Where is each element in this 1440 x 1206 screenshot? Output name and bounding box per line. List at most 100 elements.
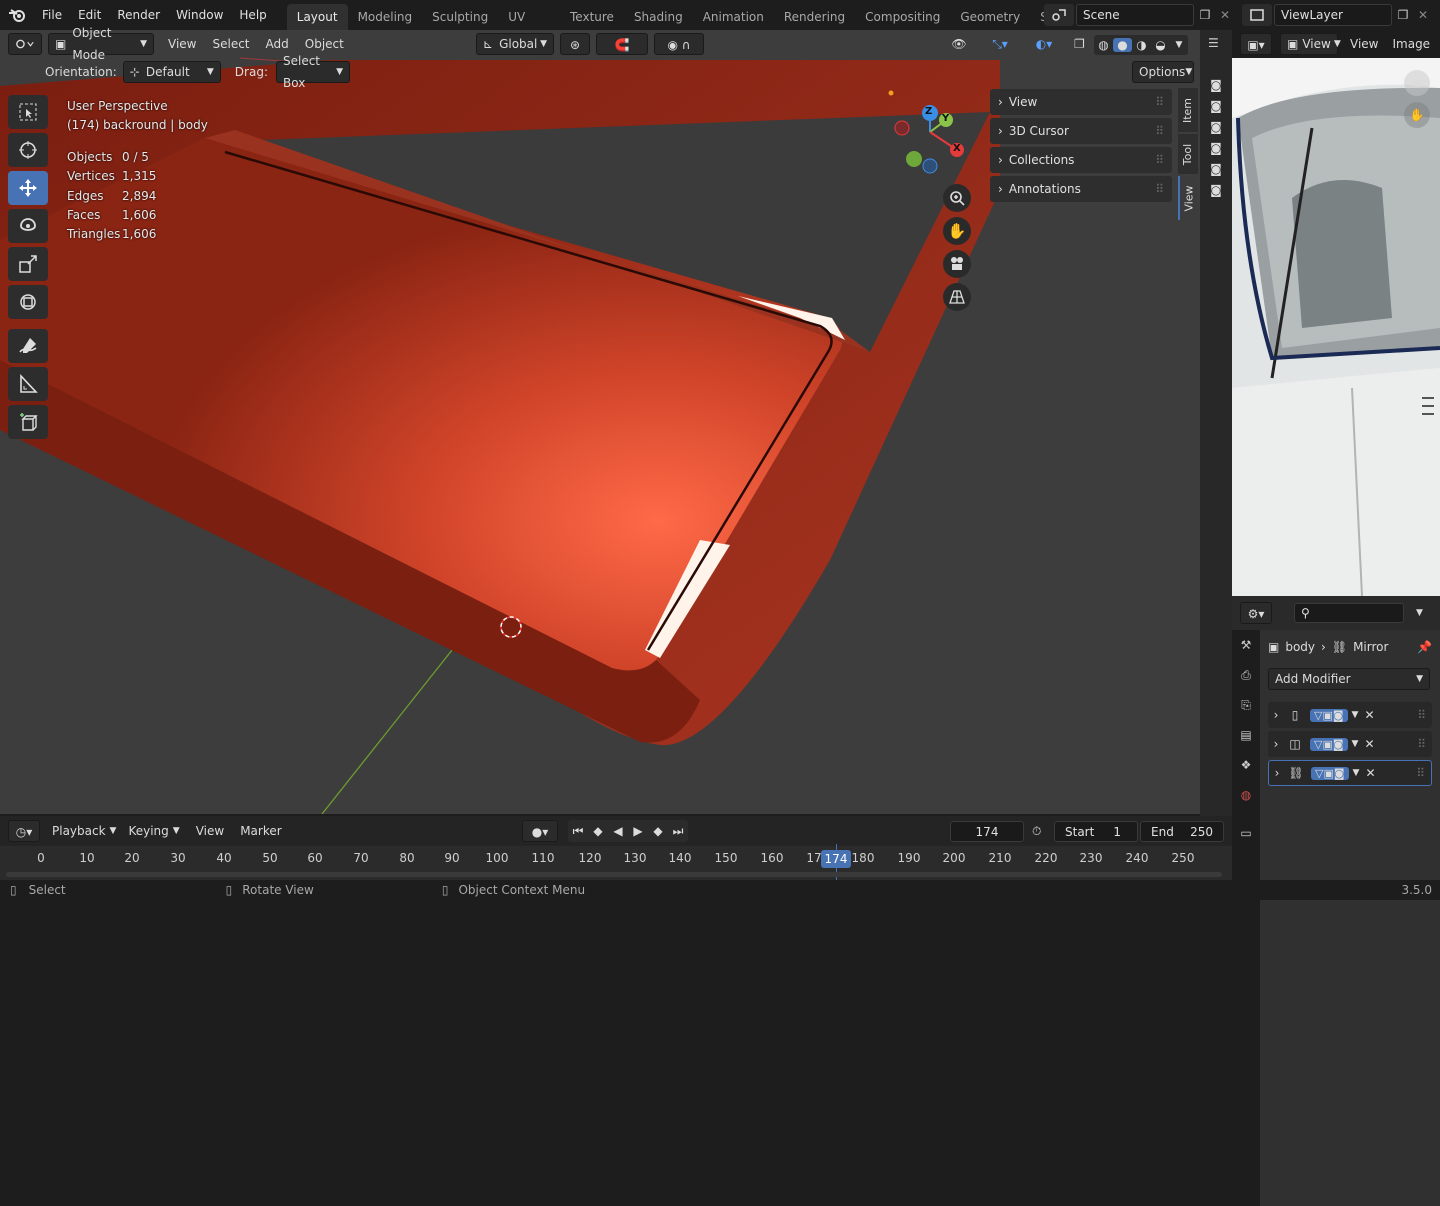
tab-sculpting[interactable]: Sculpting (422, 4, 498, 30)
chevron-down-icon[interactable]: ▼ (1352, 710, 1359, 720)
panel-collections[interactable]: › Collections ⠿ (990, 147, 1172, 173)
panel-3d-cursor[interactable]: › 3D Cursor ⠿ (990, 118, 1172, 144)
image-zoom-icon[interactable]: ⊕ (1404, 70, 1430, 96)
tab-geometry-nodes[interactable]: Geometry Nodes (950, 4, 1030, 30)
mode-dropdown[interactable]: ▣ Object Mode ▼ (48, 26, 154, 62)
scene-icon[interactable] (1044, 4, 1074, 26)
image-menu-view[interactable]: View (1344, 33, 1384, 55)
output-tab-icon[interactable]: ⎘ (1232, 698, 1260, 728)
delete-modifier-icon[interactable]: ✕ (1365, 766, 1375, 780)
tab-rendering[interactable]: Rendering (774, 4, 855, 30)
viewlayer-name-field[interactable]: ViewLayer (1274, 4, 1392, 26)
jump-start-icon[interactable]: ⏮ (568, 824, 588, 839)
modifier-row[interactable]: › ▯ ▽▣◙ ▼ ✕ ⠿ (1268, 702, 1432, 728)
playhead-frame-badge[interactable]: 174 (821, 850, 851, 868)
transform-orientation-dropdown[interactable]: ⊾ Global ▼ (476, 33, 554, 55)
gizmo-toggle-icon[interactable]: ⤡▾ (980, 33, 1020, 55)
play-reverse-icon[interactable]: ◀ (608, 824, 628, 838)
image-pan-hand-icon[interactable]: ✋ (1404, 102, 1430, 128)
wireframe-shading-icon[interactable]: ◍ (1094, 38, 1113, 52)
scene-close-icon[interactable]: ✕ (1216, 8, 1234, 22)
chevron-down-icon[interactable]: ▼ (1353, 768, 1360, 778)
drag-handle-icon[interactable]: ⠿ (1417, 737, 1426, 751)
timeline-editor-type-icon[interactable]: ◷▾ (8, 820, 40, 842)
panel-annotations[interactable]: › Annotations ⠿ (990, 176, 1172, 202)
world-tab-icon[interactable]: ◍ (1232, 788, 1260, 818)
modifier-row-active[interactable]: › ⛓ ▽▣◙ ▼ ✕ ⠿ (1268, 760, 1432, 786)
current-frame-field[interactable]: 174 (950, 821, 1024, 842)
transform-tool[interactable] (8, 285, 48, 319)
modifier-row[interactable]: › ◫ ▽▣◙ ▼ ✕ ⠿ (1268, 731, 1432, 757)
blender-logo-icon[interactable] (0, 0, 34, 30)
drag-handle-icon[interactable]: ⠿ (1417, 708, 1426, 722)
properties-editor-type-icon[interactable]: ⚙▾ (1240, 602, 1272, 624)
measure-tool[interactable] (8, 367, 48, 401)
tab-animation[interactable]: Animation (693, 4, 774, 30)
start-frame-field[interactable]: Start 1 (1054, 821, 1138, 842)
menu-timeline-view[interactable]: View (190, 820, 230, 842)
auto-keying-icon[interactable]: ●▾ (522, 820, 558, 842)
rendered-shading-icon[interactable]: ◒ (1151, 38, 1170, 52)
drag-handle-icon[interactable]: ⠿ (1155, 124, 1164, 138)
select-box-tool[interactable] (8, 95, 48, 129)
pivot-point-icon[interactable]: ⊛ (560, 33, 590, 55)
overlay-toggle-icon[interactable]: ◐▾ (1024, 33, 1064, 55)
render-camera-icon[interactable]: ◙ (1200, 120, 1232, 141)
add-cube-tool[interactable] (8, 405, 48, 439)
drag-dropdown[interactable]: Select Box ▼ (275, 54, 350, 90)
solid-shading-icon[interactable]: ● (1113, 38, 1132, 52)
menu-window[interactable]: Window (168, 0, 231, 30)
modifier-toggles[interactable]: ▽▣◙ (1311, 766, 1349, 780)
play-icon[interactable]: ▶ (628, 824, 648, 838)
delete-modifier-icon[interactable]: ✕ (1364, 737, 1374, 751)
pan-hand-icon[interactable]: ✋ (943, 217, 971, 245)
view-layer-tab-icon[interactable]: ▤ (1232, 728, 1260, 758)
reference-image[interactable]: ⊕ ✋ (1232, 58, 1440, 596)
tool-tab-icon[interactable]: ⚒ (1232, 638, 1260, 668)
tab-texture-paint[interactable]: Texture Paint (560, 4, 624, 30)
camera-view-icon[interactable] (943, 250, 971, 278)
image-menu-image[interactable]: Image (1386, 33, 1436, 55)
scene-copy-icon[interactable]: ❐ (1194, 8, 1216, 22)
menu-playback[interactable]: Playback ▼ (46, 820, 122, 842)
material-shading-icon[interactable]: ◑ (1132, 38, 1151, 52)
proportional-edit-icon[interactable]: ◉ ∩ (654, 33, 704, 55)
expand-chevron-icon[interactable]: › (1268, 708, 1284, 722)
menu-file[interactable]: File (34, 0, 70, 30)
tab-shading[interactable]: Shading (624, 4, 693, 30)
chevron-down-icon[interactable]: ▼ (1352, 739, 1359, 749)
menu-select[interactable]: Select (206, 33, 255, 55)
scene-tab-icon[interactable]: ❖ (1232, 758, 1260, 788)
tab-compositing[interactable]: Compositing (855, 4, 950, 30)
modifier-toggles[interactable]: ▽▣◙ (1310, 737, 1348, 751)
expand-chevron-icon[interactable]: › (1269, 766, 1285, 780)
stopwatch-icon[interactable]: ⏱ (1032, 824, 1041, 839)
menu-keying[interactable]: Keying ▼ (122, 820, 185, 842)
render-camera-icon[interactable]: ◙ (1200, 99, 1232, 120)
modifier-toggles[interactable]: ▽▣◙ (1310, 708, 1348, 722)
tab-modeling[interactable]: Modeling (348, 4, 423, 30)
move-tool[interactable] (8, 171, 48, 205)
render-camera-icon[interactable]: ◙ (1200, 141, 1232, 162)
tab-uv-editing[interactable]: UV Editing (498, 4, 560, 30)
shading-options-chevron-icon[interactable]: ▼ (1170, 40, 1188, 50)
xray-icon[interactable]: ❐ (1068, 33, 1090, 55)
timeline-ruler[interactable]: 0 10 20 30 40 50 60 70 80 90 100 110 120 130 140 150 160… (0, 844, 1232, 880)
orientation-dropdown[interactable]: ⊹ Default ▼ (122, 61, 221, 83)
perspective-toggle-icon[interactable] (943, 283, 971, 311)
render-camera-icon[interactable]: ◙ (1200, 78, 1232, 99)
drag-handle-icon[interactable]: ⠿ (1155, 182, 1164, 196)
editor-type-button[interactable] (8, 33, 42, 55)
pin-icon[interactable]: 📌 (1417, 640, 1432, 654)
tab-item[interactable]: Item (1178, 88, 1198, 132)
image-editor-type-icon[interactable]: ▣▾ (1240, 33, 1272, 55)
options-dropdown[interactable]: Options ▼ (1132, 61, 1194, 83)
collection-tab-icon[interactable]: ▭ (1232, 826, 1260, 856)
tab-tool[interactable]: Tool (1178, 134, 1198, 174)
zoom-icon[interactable] (943, 184, 971, 212)
navigation-gizmo[interactable]: Z Y X (888, 100, 968, 180)
image-view-dropdown[interactable]: ▣ View ▼ (1280, 33, 1341, 55)
viewlayer-copy-icon[interactable]: ❐ (1392, 8, 1414, 22)
cursor-tool[interactable] (8, 133, 48, 167)
jump-end-icon[interactable]: ⏭ (668, 824, 688, 839)
